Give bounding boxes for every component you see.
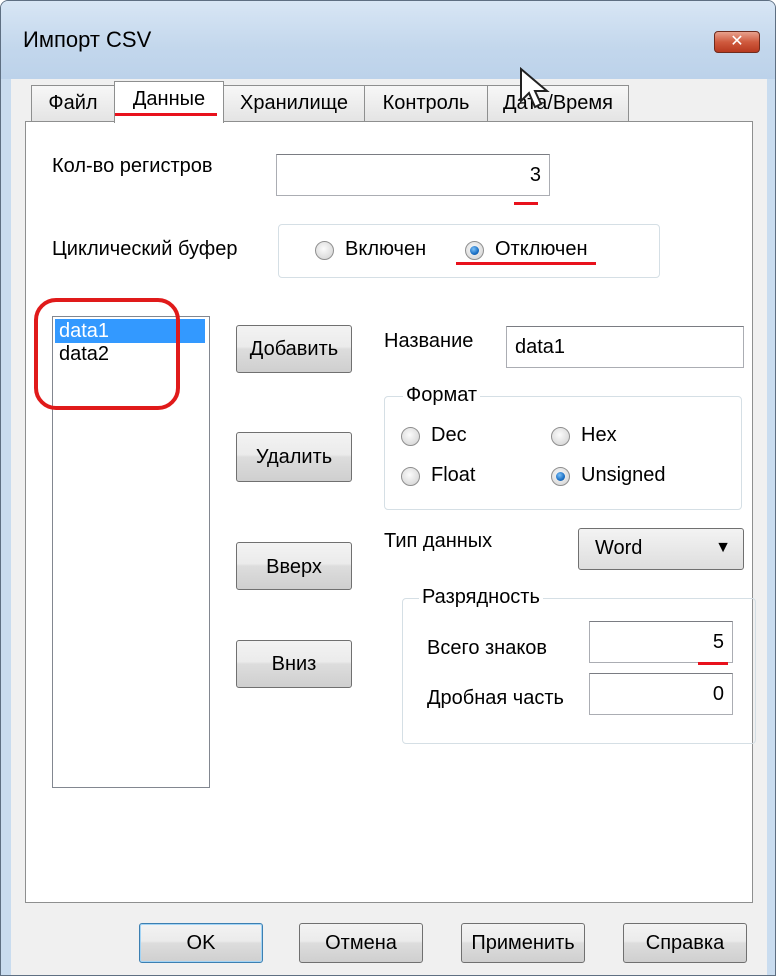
cyclic-on-radio[interactable] [315, 241, 334, 260]
mouse-cursor-icon [520, 67, 550, 109]
data-type-value: Word [595, 537, 643, 559]
registers-underline-mark [514, 202, 538, 205]
add-button[interactable]: Добавить [236, 325, 352, 373]
cyclic-buffer-label: Циклический буфер [52, 238, 238, 260]
delete-button[interactable]: Удалить [236, 432, 352, 482]
chevron-down-icon: ▼ [715, 539, 731, 556]
tab-control[interactable]: Контроль [364, 85, 488, 121]
up-button[interactable]: Вверх [236, 542, 352, 590]
cyclic-buffer-group: Включен Отключен [278, 224, 660, 278]
format-float-label[interactable]: Float [431, 464, 475, 487]
format-unsigned-label[interactable]: Unsigned [581, 464, 666, 487]
registers-input[interactable]: 3 [276, 154, 550, 196]
format-unsigned-radio[interactable] [551, 467, 570, 486]
registers-label: Кол-во регистров [52, 155, 213, 177]
down-button[interactable]: Вниз [236, 640, 352, 688]
tab-underline-mark [115, 113, 217, 116]
list-highlight-circle [34, 298, 180, 410]
data-type-label: Тип данных [384, 530, 493, 552]
cyclic-off-label[interactable]: Отключен [495, 238, 588, 261]
format-hex-radio[interactable] [551, 427, 570, 446]
fraction-digits-input[interactable]: 0 [589, 673, 733, 715]
ok-button[interactable]: OK [139, 923, 263, 963]
close-icon: ✕ [730, 33, 744, 50]
cancel-button[interactable]: Отмена [299, 923, 423, 963]
digits-caption: Разрядность [419, 586, 543, 609]
dialog-client-area: Файл Данные Хранилище Контроль Дата/Врем… [11, 67, 767, 975]
digits-group: Разрядность Всего знаков 5 Дробная часть… [402, 586, 756, 744]
import-csv-dialog: Импорт CSV ✕ Файл Данные Хранилище Контр… [0, 0, 776, 976]
name-input[interactable]: data1 [506, 326, 744, 368]
total-digits-underline-mark [698, 662, 728, 665]
tab-data[interactable]: Данные [114, 81, 224, 123]
close-button[interactable]: ✕ [714, 31, 760, 53]
fraction-digits-label: Дробная часть [427, 687, 564, 709]
cyclic-on-label[interactable]: Включен [345, 238, 426, 261]
total-digits-label: Всего знаков [427, 637, 548, 659]
tab-file[interactable]: Файл [31, 85, 115, 121]
window-title: Импорт CSV [23, 27, 152, 52]
tab-storage[interactable]: Хранилище [223, 85, 365, 121]
data-type-select[interactable]: Word ▼ [578, 528, 744, 570]
title-bar[interactable]: Импорт CSV ✕ [1, 1, 775, 79]
cyclic-off-underline-mark [456, 262, 596, 265]
help-button[interactable]: Справка [623, 923, 747, 963]
cyclic-off-radio[interactable] [465, 241, 484, 260]
format-float-radio[interactable] [401, 467, 420, 486]
format-dec-label[interactable]: Dec [431, 424, 467, 447]
format-dec-radio[interactable] [401, 427, 420, 446]
format-hex-label[interactable]: Hex [581, 424, 617, 447]
format-group: Формат Dec Hex Float Unsigned [384, 384, 742, 510]
tab-date-time[interactable]: Дата/Время [487, 85, 629, 121]
format-caption: Формат [403, 384, 481, 407]
apply-button[interactable]: Применить [461, 923, 585, 963]
total-digits-input[interactable]: 5 [589, 621, 733, 663]
data-tab-panel: Кол-во регистров 3 Циклический буфер Вкл… [25, 121, 756, 903]
name-label: Название [384, 330, 474, 352]
